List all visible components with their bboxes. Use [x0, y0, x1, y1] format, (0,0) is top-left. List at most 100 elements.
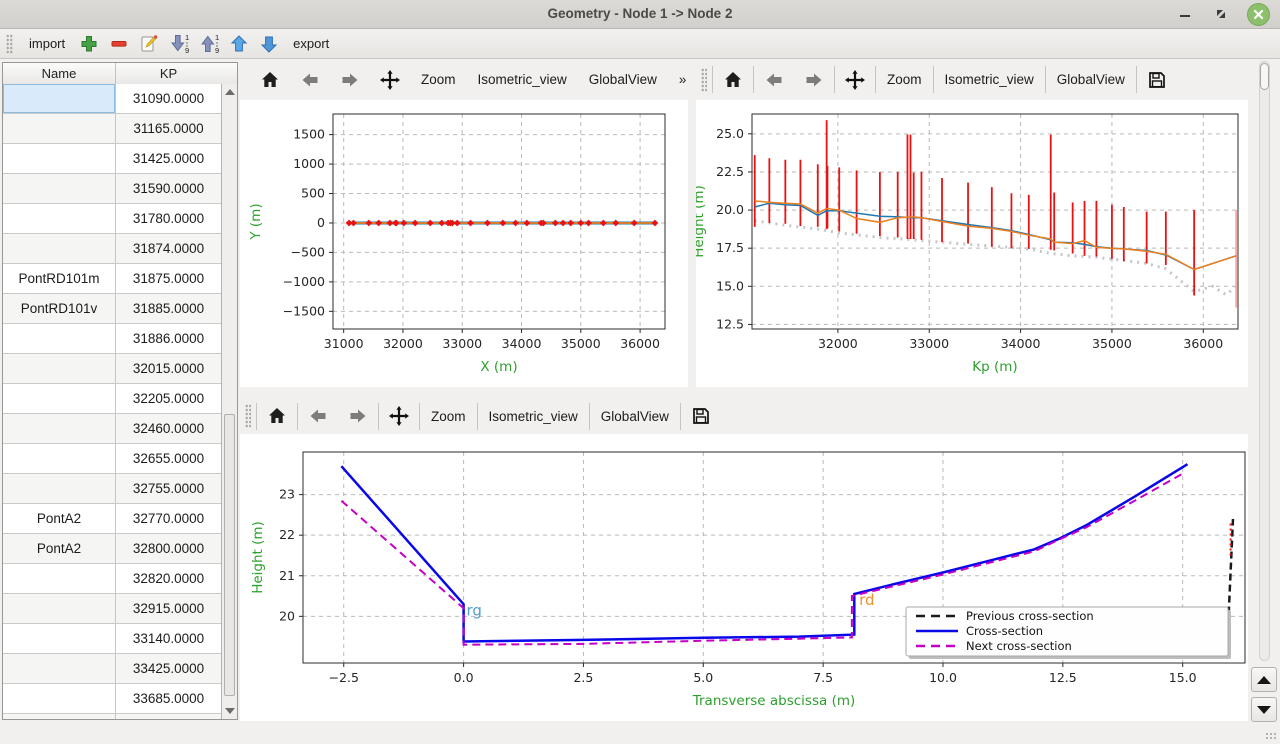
add-row-button[interactable]	[74, 31, 104, 57]
kp-cell[interactable]: 32770.0000	[116, 504, 221, 533]
kp-cell[interactable]: 32820.0000	[116, 564, 221, 593]
table-row[interactable]: 32015.0000	[3, 354, 221, 384]
window-scroll-thumb[interactable]	[1260, 63, 1269, 90]
table-row[interactable]: 31090.0000	[3, 84, 221, 114]
table-row[interactable]: 31780.0000	[3, 204, 221, 234]
zoom-button[interactable]: Zoom	[876, 65, 933, 95]
minimize-button[interactable]	[1175, 4, 1195, 24]
table-row[interactable]: 32755.0000	[3, 474, 221, 504]
titlebar[interactable]: Geometry - Node 1 -> Node 2	[0, 0, 1280, 29]
kp-cell[interactable]: 33140.0000	[116, 624, 221, 653]
table-row[interactable]: PontA232770.0000	[3, 504, 221, 534]
zoom-button[interactable]: Zoom	[410, 65, 467, 95]
kp-cell[interactable]: 31874.0000	[116, 234, 221, 263]
name-cell[interactable]: PontRD101m	[3, 264, 116, 293]
table-row[interactable]: PontRD101m31875.0000	[3, 264, 221, 294]
name-cell[interactable]	[3, 654, 116, 683]
kp-cell[interactable]: 32755.0000	[116, 474, 221, 503]
table-row[interactable]: 31425.0000	[3, 144, 221, 174]
resize-grip[interactable]	[1265, 732, 1277, 741]
kp-cell[interactable]: 31875.0000	[116, 264, 221, 293]
table-row[interactable]: 32655.0000	[3, 444, 221, 474]
name-cell[interactable]	[3, 84, 116, 113]
kp-cell[interactable]: 31780.0000	[116, 204, 221, 233]
table-scroll-thumb[interactable]	[224, 414, 235, 695]
kp-cell[interactable]: 31165.0000	[116, 114, 221, 143]
global-view-button[interactable]: GlobalView	[1046, 65, 1136, 95]
forward-button[interactable]	[330, 65, 370, 95]
name-cell[interactable]	[3, 474, 116, 503]
table-scrollbar[interactable]	[221, 84, 237, 719]
name-cell[interactable]	[3, 234, 116, 263]
table-row[interactable]: PontRD101v31885.0000	[3, 294, 221, 324]
global-view-button[interactable]: GlobalView	[590, 401, 680, 431]
kp-cell[interactable]: 32205.0000	[116, 384, 221, 413]
name-cell[interactable]	[3, 594, 116, 623]
name-cell[interactable]	[3, 684, 116, 713]
window-scrollbar[interactable]	[1259, 61, 1270, 661]
kp-cell[interactable]: 31886.0000	[116, 324, 221, 353]
save-button[interactable]	[681, 401, 721, 431]
table-scroll-up-icon[interactable]	[225, 89, 235, 95]
name-cell[interactable]: PontA2	[3, 534, 116, 563]
name-cell[interactable]	[3, 564, 116, 593]
home-button[interactable]	[250, 65, 290, 95]
cross-section-canvas[interactable]: −2.50.02.55.07.510.012.515.020212223Tran…	[240, 434, 1248, 721]
column-header-kp[interactable]: KP	[116, 63, 221, 84]
name-cell[interactable]	[3, 174, 116, 203]
table-row[interactable]: 33425.0000	[3, 654, 221, 684]
table-row[interactable]: 31165.0000	[3, 114, 221, 144]
toolbar-drag-handle[interactable]	[245, 404, 251, 428]
column-header-name[interactable]: Name	[3, 63, 116, 84]
isometric-view-button[interactable]: Isometric_view	[934, 65, 1045, 95]
name-cell[interactable]	[3, 714, 116, 719]
table-row[interactable]: 32460.0000	[3, 414, 221, 444]
pan-button[interactable]	[379, 401, 419, 431]
table-row[interactable]: 32915.0000	[3, 594, 221, 624]
kp-cell[interactable]: 32800.0000	[116, 534, 221, 563]
name-cell[interactable]	[3, 444, 116, 473]
close-button[interactable]	[1247, 3, 1270, 26]
kp-cell[interactable]: 32915.0000	[116, 594, 221, 623]
table-row[interactable]: 32820.0000	[3, 564, 221, 594]
kp-cell[interactable]: 31425.0000	[116, 144, 221, 173]
name-cell[interactable]	[3, 204, 116, 233]
table-row[interactable]: 33140.0000	[3, 624, 221, 654]
kp-cell[interactable]: 31590.0000	[116, 174, 221, 203]
name-cell[interactable]	[3, 414, 116, 443]
vertical-splitter[interactable]	[688, 59, 696, 392]
home-button[interactable]	[257, 401, 297, 431]
toolbar-drag-handle[interactable]	[6, 34, 13, 54]
scroll-up-button[interactable]	[1251, 667, 1277, 692]
kp-cell[interactable]	[116, 714, 221, 719]
name-cell[interactable]	[3, 384, 116, 413]
kp-cell[interactable]: 33425.0000	[116, 654, 221, 683]
table-scroll-down-icon[interactable]	[225, 708, 235, 714]
table-row[interactable]: 33685.0000	[3, 684, 221, 714]
back-button[interactable]	[298, 401, 338, 431]
forward-button[interactable]	[338, 401, 378, 431]
back-button[interactable]	[754, 65, 794, 95]
edit-button[interactable]	[134, 31, 164, 57]
home-button[interactable]	[713, 65, 753, 95]
kp-cell[interactable]: 33685.0000	[116, 684, 221, 713]
table-row[interactable]: PontA232800.0000	[3, 534, 221, 564]
name-cell[interactable]	[3, 144, 116, 173]
remove-row-button[interactable]	[104, 31, 134, 57]
table-row[interactable]: 31874.0000	[3, 234, 221, 264]
table-row[interactable]: 31590.0000	[3, 174, 221, 204]
kp-cell[interactable]: 32015.0000	[116, 354, 221, 383]
profile-view-canvas[interactable]: 320003300034000350003600012.515.017.520.…	[696, 100, 1248, 387]
table-row[interactable]	[3, 714, 221, 719]
kp-cell[interactable]: 31885.0000	[116, 294, 221, 323]
table-row[interactable]: 31886.0000	[3, 324, 221, 354]
isometric-view-button[interactable]: Isometric_view	[467, 65, 578, 95]
table-row[interactable]: 32205.0000	[3, 384, 221, 414]
name-cell[interactable]	[3, 624, 116, 653]
export-button[interactable]: export	[284, 31, 338, 57]
kp-cell[interactable]: 32655.0000	[116, 444, 221, 473]
move-up-button[interactable]	[224, 31, 254, 57]
sort-descending-button[interactable]: 1 9	[164, 31, 194, 57]
forward-button[interactable]	[794, 65, 834, 95]
name-cell[interactable]: PontRD101v	[3, 294, 116, 323]
